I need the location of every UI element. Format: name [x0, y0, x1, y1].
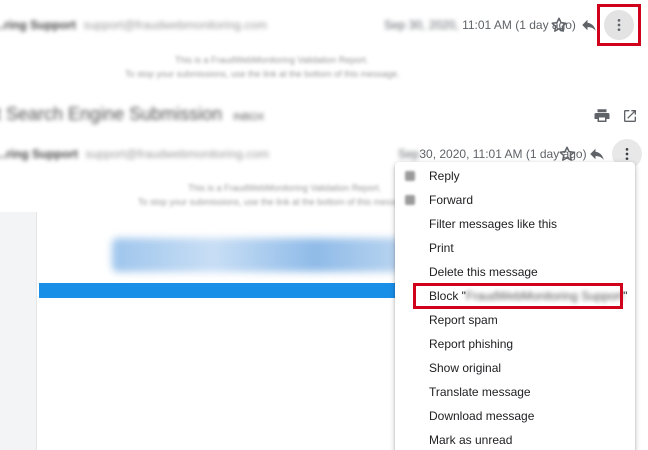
- email-banner-image: [112, 238, 402, 272]
- menu-item-label: Show original: [429, 361, 502, 375]
- highlight-more-button: [597, 4, 641, 46]
- menu-item-label: Forward: [429, 193, 474, 207]
- top-sender-name: ...ring Support: [0, 18, 76, 32]
- menu-item-label: Download message: [429, 409, 535, 423]
- menu-item-print[interactable]: Print: [395, 236, 635, 260]
- email-subject: t Search Engine Submission INBOX: [0, 104, 264, 125]
- top-body-line1: This is a FraudWebMonitoring Validation …: [175, 55, 369, 65]
- menu-item-forward[interactable]: Forward: [395, 188, 635, 212]
- email-body-gutter: [0, 212, 36, 450]
- menu-item-label: Filter messages like this: [429, 217, 558, 231]
- open-in-new-window-button[interactable]: [616, 102, 644, 130]
- menu-item-reply[interactable]: Reply: [395, 164, 635, 188]
- menu-item-label: Translate message: [429, 385, 531, 399]
- print-all-button[interactable]: [588, 102, 616, 130]
- second-sender-email: support@fraudwebmonitoring.com: [85, 147, 269, 161]
- menu-item-label: Delete this message: [429, 265, 538, 279]
- menu-item-label: Mark as unread: [429, 433, 513, 447]
- menu-item-suffix: ": [623, 289, 628, 303]
- second-sender[interactable]: ...ring Support support@fraudwebmonitori…: [0, 147, 269, 161]
- email-blue-bar: [39, 283, 399, 298]
- star-icon: [551, 17, 567, 32]
- menu-item-label: Report phishing: [429, 337, 514, 351]
- menu-item-translate[interactable]: Translate message: [395, 380, 635, 404]
- top-sender-email: support@fraudwebmonitoring.com: [83, 18, 267, 32]
- second-body-line2: To stop your submissions, use the link a…: [138, 197, 413, 207]
- menu-item-delete[interactable]: Delete this message: [395, 260, 635, 284]
- forward-icon: [405, 195, 415, 205]
- open-in-new-icon: [624, 110, 636, 122]
- highlight-block-item: [413, 283, 623, 309]
- reply-icon: [590, 148, 604, 160]
- second-body-line1: This is a FraudWebMonitoring Validation …: [188, 183, 382, 193]
- more-vertical-icon: [625, 148, 629, 160]
- menu-item-label: Report spam: [429, 313, 498, 327]
- menu-item-download[interactable]: Download message: [395, 404, 635, 428]
- subject-badge: INBOX: [233, 112, 265, 123]
- menu-item-show-original[interactable]: Show original: [395, 356, 635, 380]
- reply-icon: [405, 171, 415, 181]
- top-date-prefix: Sep 30, 2020,: [384, 18, 459, 32]
- reply-icon: [582, 19, 596, 31]
- menu-item-label: Print: [429, 241, 454, 255]
- menu-item-mark-unread[interactable]: Mark as unread: [395, 428, 635, 450]
- menu-item-label: Reply: [429, 169, 460, 183]
- star-icon: [559, 146, 575, 161]
- menu-item-report-phishing[interactable]: Report phishing: [395, 332, 635, 356]
- star-button[interactable]: [545, 11, 573, 39]
- subject-text: t Search Engine Submission: [0, 104, 223, 124]
- top-sender[interactable]: ...ring Support support@fraudwebmonitori…: [0, 18, 267, 32]
- top-body-line2: To stop your submissions, use the link a…: [125, 69, 400, 79]
- menu-item-filter[interactable]: Filter messages like this: [395, 212, 635, 236]
- print-icon: [594, 109, 610, 122]
- menu-item-report-spam[interactable]: Report spam: [395, 308, 635, 332]
- second-sender-name: ...ring Support: [0, 147, 78, 161]
- second-date-prefix: Sep: [398, 147, 420, 161]
